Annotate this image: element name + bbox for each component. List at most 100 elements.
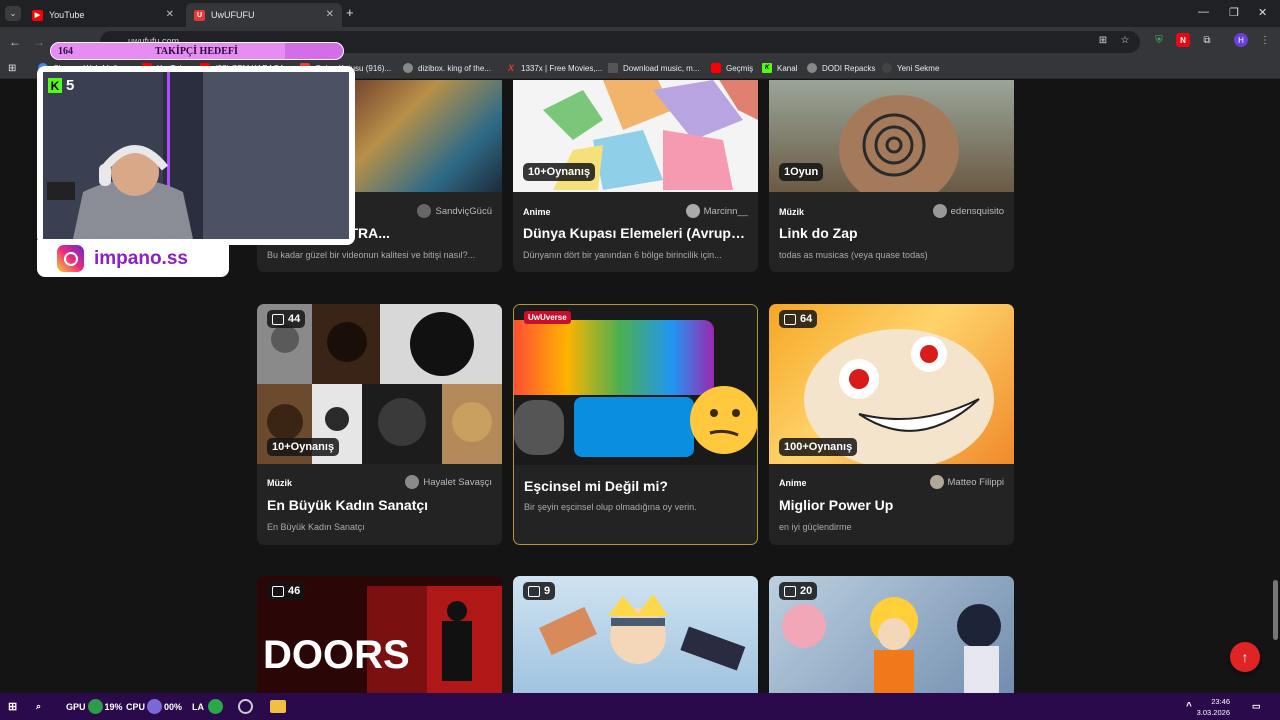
restore-icon[interactable]: ❐ — [1229, 6, 1239, 19]
goal-label: TAKİPÇİ HEDEFİ — [155, 46, 238, 57]
back-icon[interactable]: ← — [9, 35, 21, 49]
bookmark-item[interactable]: Download music, m... — [608, 61, 699, 75]
close-tab-icon[interactable]: ✕ — [166, 9, 174, 20]
forward-icon[interactable]: → — [33, 35, 45, 49]
question-count-badge: 64 — [779, 310, 818, 328]
card-category: Anime — [779, 478, 807, 488]
kick-logo-icon: K — [48, 78, 62, 93]
menu-icon[interactable]: ⋮ — [1258, 33, 1272, 47]
question-count: 20 — [800, 585, 813, 597]
close-window-icon[interactable]: ✕ — [1258, 6, 1267, 19]
card-category: Müzik — [267, 478, 293, 488]
extension-shield-icon[interactable]: ⛨ — [1152, 33, 1166, 47]
viewer-count: 5 — [66, 77, 75, 94]
quiz-card[interactable]: 1Oyun Müzik edensquisito Link do Zap tod… — [769, 80, 1014, 272]
card-title: Miglior Power Up — [779, 497, 894, 513]
card-author: Matteo Filippi — [929, 475, 1004, 489]
instagram-handle: impano.ss — [94, 247, 188, 269]
file-explorer-icon — [270, 700, 286, 713]
avatar — [685, 204, 700, 218]
windows-start-icon[interactable]: ⊞ — [8, 697, 17, 716]
question-count-badge: 44 — [267, 310, 306, 328]
tab-title: YouTube — [49, 10, 85, 20]
play-count-badge: 10+Oynanış — [523, 163, 596, 181]
webcam-overlay — [37, 66, 355, 245]
tab-youtube[interactable]: ▶ YouTube ✕ — [24, 3, 182, 27]
question-count-badge: 9 — [523, 582, 556, 600]
avatar — [929, 475, 944, 489]
tray-chevron-icon[interactable]: ^ — [1186, 697, 1192, 716]
apps-icon[interactable]: ⊞ — [8, 61, 16, 75]
card-description: Bu kadar güzel bir videonun kalitesi ve … — [267, 250, 476, 260]
tab-search-button[interactable]: ⌄ — [5, 6, 21, 21]
webcam-feed — [43, 72, 349, 239]
quiz-card[interactable]: 20 — [769, 576, 1014, 693]
arrow-up-icon: ↑ — [1241, 649, 1249, 665]
play-count-badge: 1Oyun — [779, 163, 824, 181]
bookmark-label: DODI Repacks — [822, 63, 876, 73]
avatar — [932, 204, 947, 218]
system-clock[interactable]: 23:46 3.03.2026 — [1197, 696, 1230, 718]
card-category: Anime — [523, 207, 551, 217]
translate-icon[interactable]: ⊞ — [1096, 33, 1110, 47]
quiz-card[interactable]: DOORS 46 — [257, 576, 502, 693]
bookmark-label: dizibox. king of the... — [418, 63, 491, 73]
card-title: En Büyük Kadın Sanatçı — [267, 497, 429, 513]
card-description: todas as musicas (veya quase todas) — [779, 250, 928, 260]
play-count-badge: 100+Oynanış — [779, 438, 858, 456]
cards-icon — [784, 313, 796, 325]
scrollbar-thumb[interactable] — [1273, 580, 1278, 640]
card-title: Link do Zap — [779, 225, 858, 241]
extensions-icon[interactable]: ⧉ — [1200, 33, 1214, 47]
page-scrollbar[interactable] — [1271, 80, 1280, 693]
profile-avatar[interactable]: H — [1234, 33, 1248, 47]
star-icon[interactable]: ☆ — [1118, 33, 1132, 47]
card-description: En Büyük Kadın Sanatçı — [267, 522, 365, 532]
steam-icon — [238, 699, 253, 714]
app-icon — [208, 699, 223, 714]
globe-icon — [807, 63, 817, 73]
question-count: 64 — [800, 313, 813, 325]
cards-icon — [272, 313, 284, 325]
cards-icon — [784, 585, 796, 597]
gpu-percent: 19% — [104, 701, 123, 712]
taskbar: ⊞ ⌕ GPU 19% CPU 00% LA ^ 23:46 3.03.2026… — [0, 693, 1280, 720]
quiz-card[interactable]: 44 10+Oynanış Müzik Hayalet Savaşçı En B… — [257, 304, 502, 545]
bookmark-item[interactable]: K Kanal — [762, 61, 797, 75]
bookmark-item[interactable]: Geçmiş — [711, 61, 753, 75]
bookmark-item[interactable]: dizibox. king of the... — [403, 61, 491, 75]
notifications-icon[interactable]: ▭ — [1252, 697, 1261, 716]
scroll-to-top-button[interactable]: ↑ — [1230, 642, 1260, 672]
tab-strip: ⌄ ▶ YouTube ✕ U UwUFUFU ✕ + — ❐ ✕ — [0, 0, 1280, 27]
quiz-card[interactable]: 64 100+Oynanış Anime Matteo Filippi Migl… — [769, 304, 1014, 545]
bookmark-item[interactable]: X 1337x | Free Movies,... — [506, 61, 602, 75]
webcam-image — [43, 72, 349, 239]
clock-time: 23:46 — [1211, 697, 1230, 706]
cards-icon — [528, 585, 540, 597]
language-indicator[interactable]: LA — [192, 697, 223, 716]
instagram-overlay: impano.ss — [37, 240, 229, 277]
quiz-card[interactable]: 9 — [513, 576, 758, 693]
new-tab-button[interactable]: + — [346, 5, 354, 20]
minimize-icon[interactable]: — — [1198, 6, 1209, 18]
netflix-extension-icon[interactable]: N — [1176, 33, 1190, 47]
question-count: 46 — [288, 585, 301, 597]
cpu-label: CPU — [126, 701, 146, 712]
card-description: Bir şeyin eşcinsel olup olmadığına oy ve… — [524, 502, 697, 512]
bookmark-label: 1337x | Free Movies,... — [521, 63, 603, 73]
gay-or-not-image — [514, 320, 757, 457]
card-author: Marcinn__ — [685, 204, 748, 218]
quiz-card[interactable]: 10+Oynanış Anime Marcinn__ Dünya Kupası … — [513, 80, 758, 272]
globe-icon — [403, 63, 413, 73]
quiz-card-featured[interactable]: UwUverse Eşcinsel mi Değil mi? Bir şeyin… — [513, 304, 758, 545]
uwuverse-tag: UwUverse — [524, 311, 571, 324]
bookmark-item[interactable]: Yeni Sekme — [882, 61, 939, 75]
bookmark-item[interactable]: DODI Repacks — [807, 61, 875, 75]
card-thumbnail — [514, 305, 757, 465]
tab-uwufufu[interactable]: U UwUFUFU ✕ — [186, 3, 342, 27]
search-icon[interactable]: ⌕ — [36, 697, 41, 716]
app-icon[interactable] — [238, 697, 253, 716]
app-icon[interactable] — [270, 697, 286, 716]
cpu-percent: 00% — [164, 701, 183, 712]
close-tab-icon[interactable]: ✕ — [326, 9, 334, 20]
